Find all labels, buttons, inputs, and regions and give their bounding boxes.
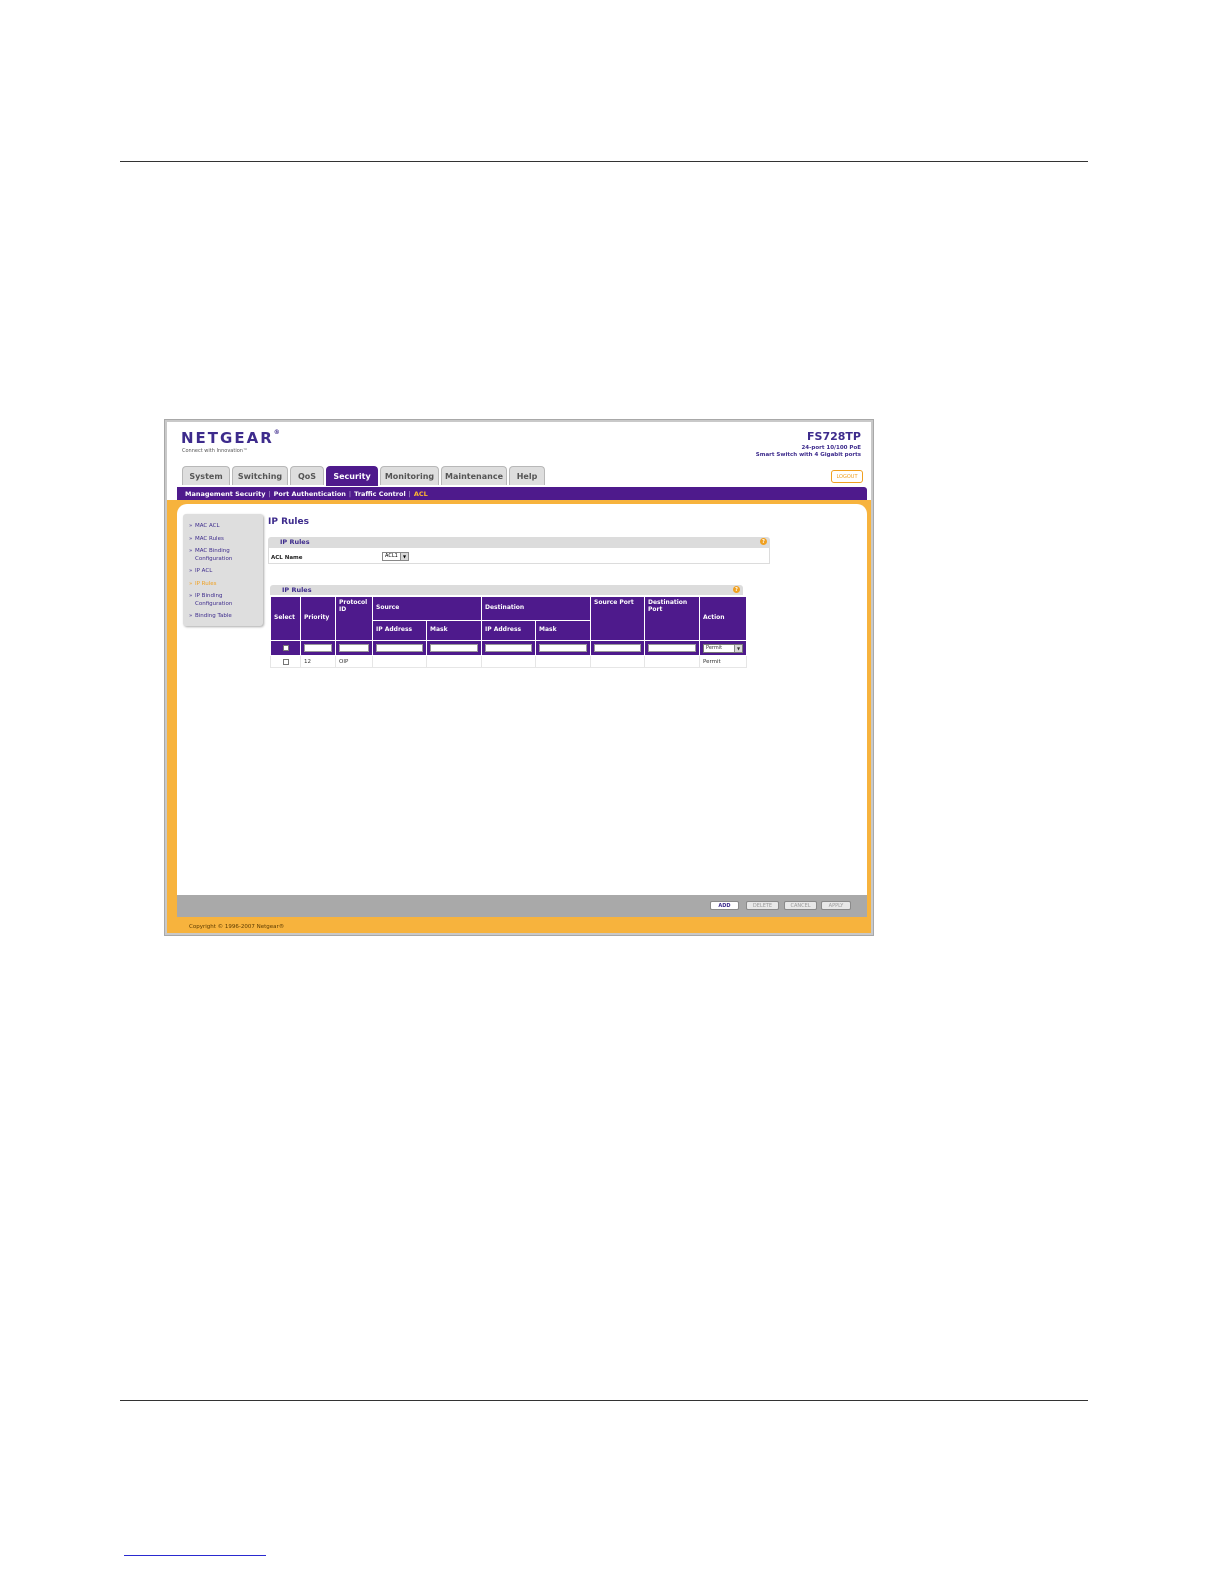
source-ip-input[interactable] (376, 644, 423, 652)
acl-name-label: ACL Name (271, 555, 303, 561)
input-cell-source-ip (372, 640, 427, 656)
tab-maintenance[interactable]: Maintenance (441, 466, 507, 485)
ip-rules-panel-header: IP Rules ? (268, 537, 770, 547)
cancel-button[interactable]: CANCEL (784, 901, 817, 910)
col-header-source: Source (372, 596, 482, 621)
panel-title: IP Rules (280, 538, 310, 546)
col-header-destination: Destination (481, 596, 591, 621)
ip-rules-table-header: IP Rules ? (270, 585, 743, 595)
row-action: Permit (699, 655, 747, 668)
subnav-port-authentication[interactable]: Port Authentication (274, 490, 346, 498)
col-header-destination-port: Destination Port (644, 596, 700, 641)
tab-security[interactable]: Security (326, 466, 378, 486)
table-row: 12 OIP Permit (270, 655, 747, 668)
dropdown-arrow-icon: ▼ (734, 644, 742, 652)
model-desc-line1: 24-port 10/100 PoE (801, 445, 861, 451)
subnav-separator: | (408, 489, 411, 498)
col-header-destination-mask: Mask (535, 620, 591, 641)
page-bottom-rule (120, 1400, 1088, 1401)
security-subnav: Management Security | Port Authenticatio… (177, 487, 867, 500)
main-tabs: System Switching QoS Security Monitoring… (182, 466, 545, 486)
tab-system[interactable]: System (182, 466, 230, 485)
source-mask-input[interactable] (430, 644, 478, 652)
col-header-source-mask: Mask (426, 620, 482, 641)
input-cell-destination-port (644, 640, 700, 656)
acl-name-panel (268, 547, 770, 564)
delete-button[interactable]: DELETE (746, 901, 779, 910)
brand-tagline: Connect with Innovation™ (182, 448, 248, 454)
logout-button[interactable]: LOGOUT (831, 470, 863, 483)
subnav-separator: | (268, 489, 271, 498)
sidebar-item-ip-rules[interactable]: » IP Rules (189, 580, 217, 588)
netgear-logo: NETGEAR® (181, 429, 282, 447)
col-header-select: Select (270, 596, 301, 641)
copyright-text: Copyright © 1996-2007 Netgear® (189, 924, 285, 930)
subnav-separator: | (348, 489, 352, 498)
sidebar-item-binding-table[interactable]: » Binding Table (189, 612, 232, 620)
new-rule-input-row: Permit ▼ (270, 640, 747, 656)
row-priority: 12 (300, 655, 336, 668)
priority-input[interactable] (304, 644, 332, 652)
select-all-checkbox[interactable] (282, 645, 289, 651)
input-cell-select (270, 640, 301, 656)
sidebar-item-mac-rules[interactable]: » MAC Rules (189, 535, 224, 543)
model-description: 24-port 10/100 PoE Smart Switch with 4 G… (701, 445, 861, 459)
subnav-management-security[interactable]: Management Security (185, 490, 265, 498)
add-button[interactable]: ADD (710, 901, 739, 910)
row-source-mask (426, 655, 482, 668)
browser-frame: NETGEAR® Connect with Innovation™ FS728T… (164, 419, 874, 936)
sidebar-item-mac-binding-configuration[interactable]: » MAC Binding Configuration (189, 547, 245, 563)
input-cell-action: Permit ▼ (699, 640, 747, 656)
model-name: FS728TP (807, 430, 861, 443)
ip-rules-table: Select Priority Protocol ID Source Desti… (270, 596, 747, 668)
page-top-rule (120, 161, 1088, 162)
tab-qos[interactable]: QoS (290, 466, 324, 485)
tab-monitoring[interactable]: Monitoring (380, 466, 439, 485)
row-select-checkbox[interactable] (282, 658, 289, 665)
dropdown-arrow-icon: ▼ (400, 553, 408, 560)
row-source-port (590, 655, 645, 668)
source-port-input[interactable] (594, 644, 641, 652)
destination-ip-input[interactable] (485, 644, 532, 652)
row-source-ip (372, 655, 427, 668)
model-desc-line2: Smart Switch with 4 Gigabit ports (755, 452, 861, 458)
acl-sidebar: » MAC ACL » MAC Rules » MAC Binding Configu… (183, 514, 263, 626)
input-cell-destination-ip (481, 640, 536, 656)
tab-help[interactable]: Help (509, 466, 545, 485)
switch-web-ui: NETGEAR® Connect with Innovation™ FS728T… (167, 422, 871, 933)
col-header-source-port: Source Port (590, 596, 645, 641)
subnav-traffic-control[interactable]: Traffic Control (354, 490, 406, 498)
row-destination-mask (535, 655, 591, 668)
sidebar-item-ip-acl[interactable]: » IP ACL (189, 567, 212, 575)
col-header-action: Action (699, 596, 747, 641)
row-destination-port (644, 655, 700, 668)
subnav-acl[interactable]: ACL (414, 490, 428, 498)
panel-title: IP Rules (282, 586, 312, 594)
input-cell-protocol (335, 640, 373, 656)
destination-mask-input[interactable] (539, 644, 587, 652)
row-protocol-id: OIP (335, 655, 373, 668)
tab-switching[interactable]: Switching (232, 466, 288, 485)
col-header-priority: Priority (300, 596, 336, 641)
input-cell-source-port (590, 640, 645, 656)
row-destination-ip (481, 655, 536, 668)
acl-name-select[interactable]: ACL1 ▼ (382, 552, 409, 561)
footer-link-underline[interactable] (124, 1555, 266, 1556)
col-header-destination-ip-address: IP Address (481, 620, 536, 641)
input-cell-priority (300, 640, 336, 656)
input-cell-destination-mask (535, 640, 591, 656)
sidebar-item-ip-binding-configuration[interactable]: » IP Binding Configuration (189, 592, 245, 608)
sidebar-item-mac-acl[interactable]: » MAC ACL (189, 522, 220, 530)
help-icon[interactable]: ? (733, 586, 740, 593)
destination-port-input[interactable] (648, 644, 696, 652)
protocol-id-input[interactable] (339, 644, 369, 652)
help-icon[interactable]: ? (760, 538, 767, 545)
col-header-source-ip-address: IP Address (372, 620, 427, 641)
input-cell-source-mask (426, 640, 482, 656)
row-cell-select (270, 655, 301, 668)
page-title: IP Rules (268, 517, 309, 527)
col-header-protocol-id: Protocol ID (335, 596, 373, 641)
action-select[interactable]: Permit ▼ (703, 643, 743, 653)
apply-button[interactable]: APPLY (821, 901, 851, 910)
